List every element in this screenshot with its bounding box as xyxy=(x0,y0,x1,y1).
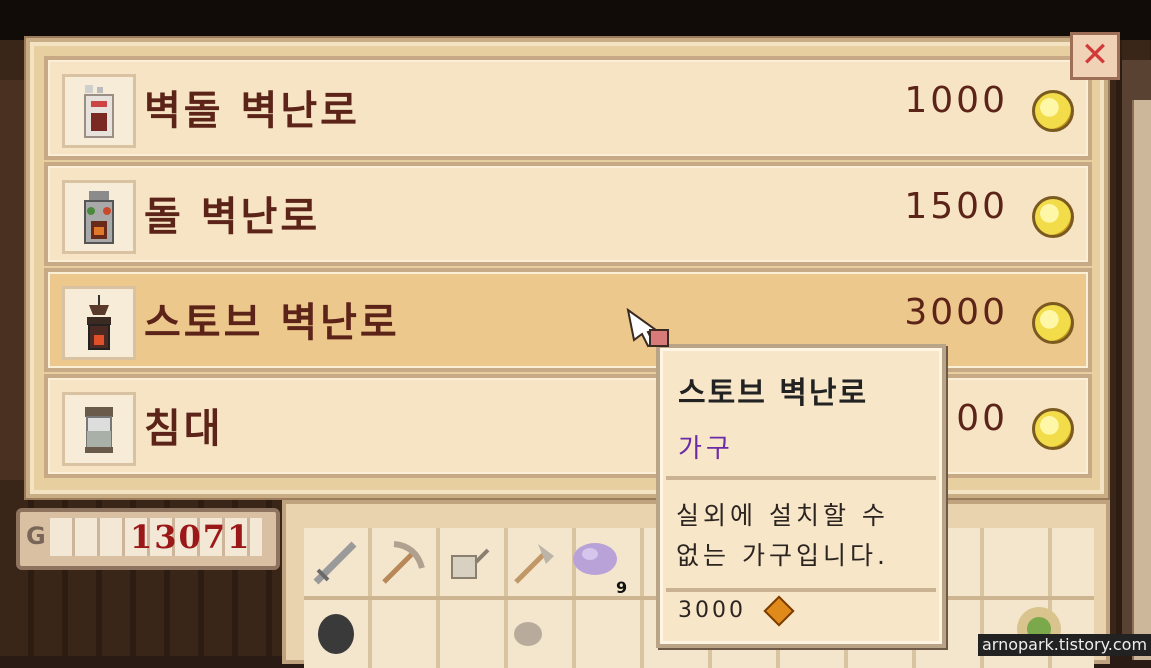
sword-icon[interactable] xyxy=(310,538,360,588)
coin-icon xyxy=(1032,302,1074,344)
item-name: 스토브 벽난로 xyxy=(144,300,400,346)
item-slot xyxy=(62,392,136,466)
coin-icon xyxy=(1032,90,1074,132)
money-display: G 13071 xyxy=(16,508,280,570)
close-button[interactable]: ✕ xyxy=(1070,32,1120,80)
item-price: 3000 xyxy=(904,292,1008,333)
tooltip-title: 스토브 벽난로 xyxy=(678,376,869,411)
item-tooltip: 스토브 벽난로 가구 실외에 설치할 수 없는 가구입니다. 3000 xyxy=(656,344,946,648)
item-slot xyxy=(62,180,136,254)
money-label: G xyxy=(26,522,46,550)
item-name: 침대 xyxy=(144,406,224,452)
tooltip-category: 가구 xyxy=(678,434,734,464)
watering-can-icon[interactable] xyxy=(442,538,492,588)
item-price: 1000 xyxy=(904,80,1008,121)
item-count: 9 xyxy=(616,578,628,597)
pickaxe-icon[interactable] xyxy=(376,538,426,588)
item-name: 돌 벽난로 xyxy=(144,194,321,240)
coin-icon xyxy=(1032,196,1074,238)
item-slot xyxy=(62,286,136,360)
item-price: 00 xyxy=(956,398,1008,439)
tooltip-divider xyxy=(666,588,936,592)
stone-fireplace-icon xyxy=(84,191,114,244)
brick-fireplace-icon xyxy=(84,85,114,138)
bed-icon xyxy=(85,407,113,453)
right-scroll-area xyxy=(1122,60,1151,660)
coal-icon[interactable] xyxy=(314,608,364,658)
item-slot xyxy=(62,74,136,148)
stone-icon[interactable] xyxy=(512,614,562,664)
shop-item-brick-fireplace[interactable]: 벽돌 벽난로 1000 xyxy=(44,56,1092,160)
axe-icon[interactable] xyxy=(508,538,558,588)
watermark: arnopark.tistory.com xyxy=(978,634,1151,656)
close-icon: ✕ xyxy=(1080,35,1110,75)
scrollbar[interactable] xyxy=(1132,100,1151,660)
shop-item-stone-fireplace[interactable]: 돌 벽난로 1500 xyxy=(44,162,1092,266)
money-value: 13071 xyxy=(130,518,252,556)
stove-fireplace-icon xyxy=(87,295,111,350)
coin-icon xyxy=(1032,408,1074,450)
tooltip-description: 실외에 설치할 수 없는 가구입니다. xyxy=(676,501,889,570)
tooltip-divider xyxy=(666,476,936,480)
coin-icon xyxy=(763,595,795,627)
item-name: 벽돌 벽난로 xyxy=(144,88,360,134)
room-wall xyxy=(0,80,29,480)
item-price: 1500 xyxy=(904,186,1008,227)
amethyst-icon[interactable] xyxy=(570,534,620,584)
tooltip-price: 3000 xyxy=(678,598,746,623)
hand-cursor-icon xyxy=(626,308,669,348)
